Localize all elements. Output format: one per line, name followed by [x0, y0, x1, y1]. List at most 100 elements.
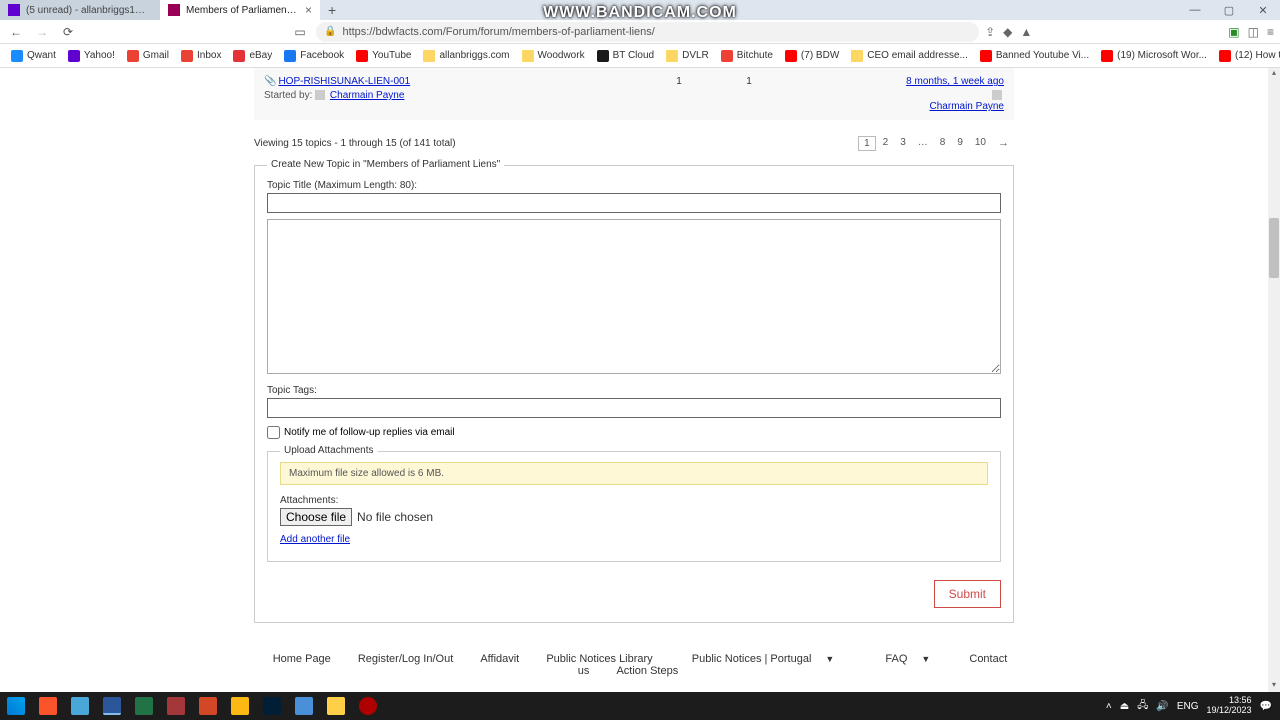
page-link[interactable]: 10	[970, 136, 991, 151]
bookmark-item[interactable]: DVLR	[661, 48, 714, 64]
bookmark-item[interactable]: eBay	[228, 48, 277, 64]
bookmark-item[interactable]: Banned Youtube Vi...	[975, 48, 1094, 64]
taskbar-app[interactable]	[320, 692, 352, 720]
page-link[interactable]: 9	[952, 136, 968, 151]
bookmark-item[interactable]: YouTube	[351, 48, 416, 64]
bookmark-item[interactable]: Facebook	[279, 48, 349, 64]
volume-icon[interactable]: 🔊	[1156, 701, 1168, 712]
taskbar-app[interactable]	[32, 692, 64, 720]
explorer-icon	[327, 697, 345, 715]
page-link[interactable]: 8	[935, 136, 951, 151]
bookmark-item[interactable]: CEO email addresse...	[846, 48, 973, 64]
create-topic-form: Create New Topic in "Members of Parliame…	[254, 165, 1014, 623]
taskbar-app[interactable]	[192, 692, 224, 720]
footer-link[interactable]: Public Notices | Portugal▼	[680, 653, 847, 665]
started-by-label: Started by:	[264, 90, 312, 101]
sidepanel-icon[interactable]: ◫	[1248, 25, 1259, 39]
start-button[interactable]	[0, 692, 32, 720]
footer-link[interactable]: Affidavit	[480, 653, 519, 665]
url-field[interactable]: 🔒 https://bdwfacts.com/Forum/forum/membe…	[316, 22, 979, 42]
taskbar-app[interactable]	[160, 692, 192, 720]
forward-button[interactable]: →	[32, 22, 52, 42]
vertical-scrollbar[interactable]: ▴ ▾	[1268, 68, 1280, 692]
notify-checkbox[interactable]	[267, 426, 280, 439]
menu-icon[interactable]: ≡	[1267, 25, 1274, 39]
taskbar-app[interactable]	[128, 692, 160, 720]
date: 19/12/2023	[1207, 706, 1252, 716]
shield-icon[interactable]: ◆	[1003, 25, 1012, 39]
topic-voices: 1	[644, 76, 714, 87]
share-icon[interactable]: ⇪	[985, 25, 995, 39]
bookmark-item[interactable]: Inbox	[176, 48, 226, 64]
last-author-link[interactable]: Charmain Payne	[784, 101, 1004, 112]
back-button[interactable]: ←	[6, 22, 26, 42]
folder-icon	[522, 50, 534, 62]
taskbar-app[interactable]	[256, 692, 288, 720]
close-window-button[interactable]: ✕	[1246, 4, 1280, 17]
new-tab-button[interactable]: +	[320, 2, 344, 18]
bookmark-item[interactable]: Woodwork	[517, 48, 590, 64]
youtube-icon	[785, 50, 797, 62]
footer-link[interactable]: Action Steps	[616, 665, 678, 677]
page-current[interactable]: 1	[858, 136, 876, 151]
scrollbar-thumb[interactable]	[1269, 218, 1279, 278]
taskbar-app[interactable]	[224, 692, 256, 720]
bookmark-item[interactable]: (19) Microsoft Wor...	[1096, 48, 1212, 64]
upload-attachments-box: Upload Attachments Maximum file size all…	[267, 451, 1001, 562]
tab-active[interactable]: Members of Parliament Liens - B... ×	[160, 0, 320, 20]
gmail-icon	[127, 50, 139, 62]
bookmark-item[interactable]: (7) BDW	[780, 48, 844, 64]
maximize-button[interactable]: ▢	[1212, 4, 1246, 17]
network-icon[interactable]: 🖧	[1137, 698, 1148, 715]
bookmark-item[interactable]: Bitchute	[716, 48, 778, 64]
topic-content-textarea[interactable]	[267, 219, 1001, 374]
footer-link[interactable]: Home Page	[273, 653, 331, 665]
taskbar-app[interactable]	[288, 692, 320, 720]
bookmark-label: Woodwork	[538, 50, 585, 61]
scroll-up-icon[interactable]: ▴	[1268, 68, 1280, 80]
author-link[interactable]: Charmain Payne	[330, 90, 404, 101]
close-icon[interactable]: ×	[305, 3, 312, 17]
add-another-file-link[interactable]: Add another file	[280, 534, 350, 545]
bookmark-label: allanbriggs.com	[439, 50, 509, 61]
bookmark-item[interactable]: (12) How to Mail M...	[1214, 48, 1280, 64]
folder-icon	[851, 50, 863, 62]
page-link[interactable]: 3	[895, 136, 911, 151]
windows-taskbar: ˄ ⏏ 🖧 🔊 ENG 13:56 19/12/2023 💬	[0, 692, 1280, 720]
topic-title-input[interactable]	[267, 193, 1001, 213]
freshness-link[interactable]: 8 months, 1 week ago	[784, 76, 1004, 87]
tray-icon[interactable]: ⏏	[1120, 701, 1129, 712]
bookmark-item[interactable]: allanbriggs.com	[418, 48, 514, 64]
brave-icon[interactable]: ▲	[1020, 25, 1032, 39]
app-icon	[231, 697, 249, 715]
taskbar-app[interactable]	[64, 692, 96, 720]
page-link[interactable]: 2	[878, 136, 894, 151]
footer-link[interactable]: FAQ▼	[873, 653, 942, 665]
topic-title-label: Topic Title (Maximum Length: 80):	[267, 180, 1001, 191]
viewing-count: Viewing 15 topics - 1 through 15 (of 141…	[254, 138, 456, 149]
notifications-icon[interactable]: 💬	[1260, 701, 1272, 712]
language-indicator[interactable]: ENG	[1177, 701, 1199, 712]
file-status: No file chosen	[357, 510, 433, 524]
submit-button[interactable]: Submit	[934, 580, 1001, 608]
bookmark-icon[interactable]: ▭	[290, 22, 310, 42]
topic-tags-input[interactable]	[267, 398, 1001, 418]
tray-chevron-icon[interactable]: ˄	[1106, 701, 1112, 712]
bookmark-item[interactable]: BT Cloud	[592, 48, 660, 64]
extension-icon[interactable]: ▣	[1228, 25, 1239, 39]
choose-file-button[interactable]: Choose file	[280, 508, 352, 526]
taskbar-app[interactable]	[96, 692, 128, 720]
page-next[interactable]: →	[993, 136, 1014, 151]
reload-button[interactable]: ⟳	[58, 22, 78, 42]
clock[interactable]: 13:56 19/12/2023	[1207, 696, 1252, 716]
footer-link[interactable]: Public Notices Library	[546, 653, 652, 665]
bookmark-item[interactable]: Gmail	[122, 48, 174, 64]
bookmark-item[interactable]: Qwant	[6, 48, 61, 64]
bookmark-item[interactable]: Yahoo!	[63, 48, 120, 64]
tab-inactive[interactable]: (5 unread) - allanbriggs1@yahoo.co...	[0, 0, 160, 20]
minimize-button[interactable]: —	[1178, 4, 1212, 17]
topic-title-link[interactable]: HOP-RISHISUNAK-LIEN-001	[278, 76, 410, 87]
scroll-down-icon[interactable]: ▾	[1268, 680, 1280, 692]
footer-link[interactable]: Register/Log In/Out	[358, 653, 453, 665]
taskbar-app[interactable]	[352, 692, 384, 720]
